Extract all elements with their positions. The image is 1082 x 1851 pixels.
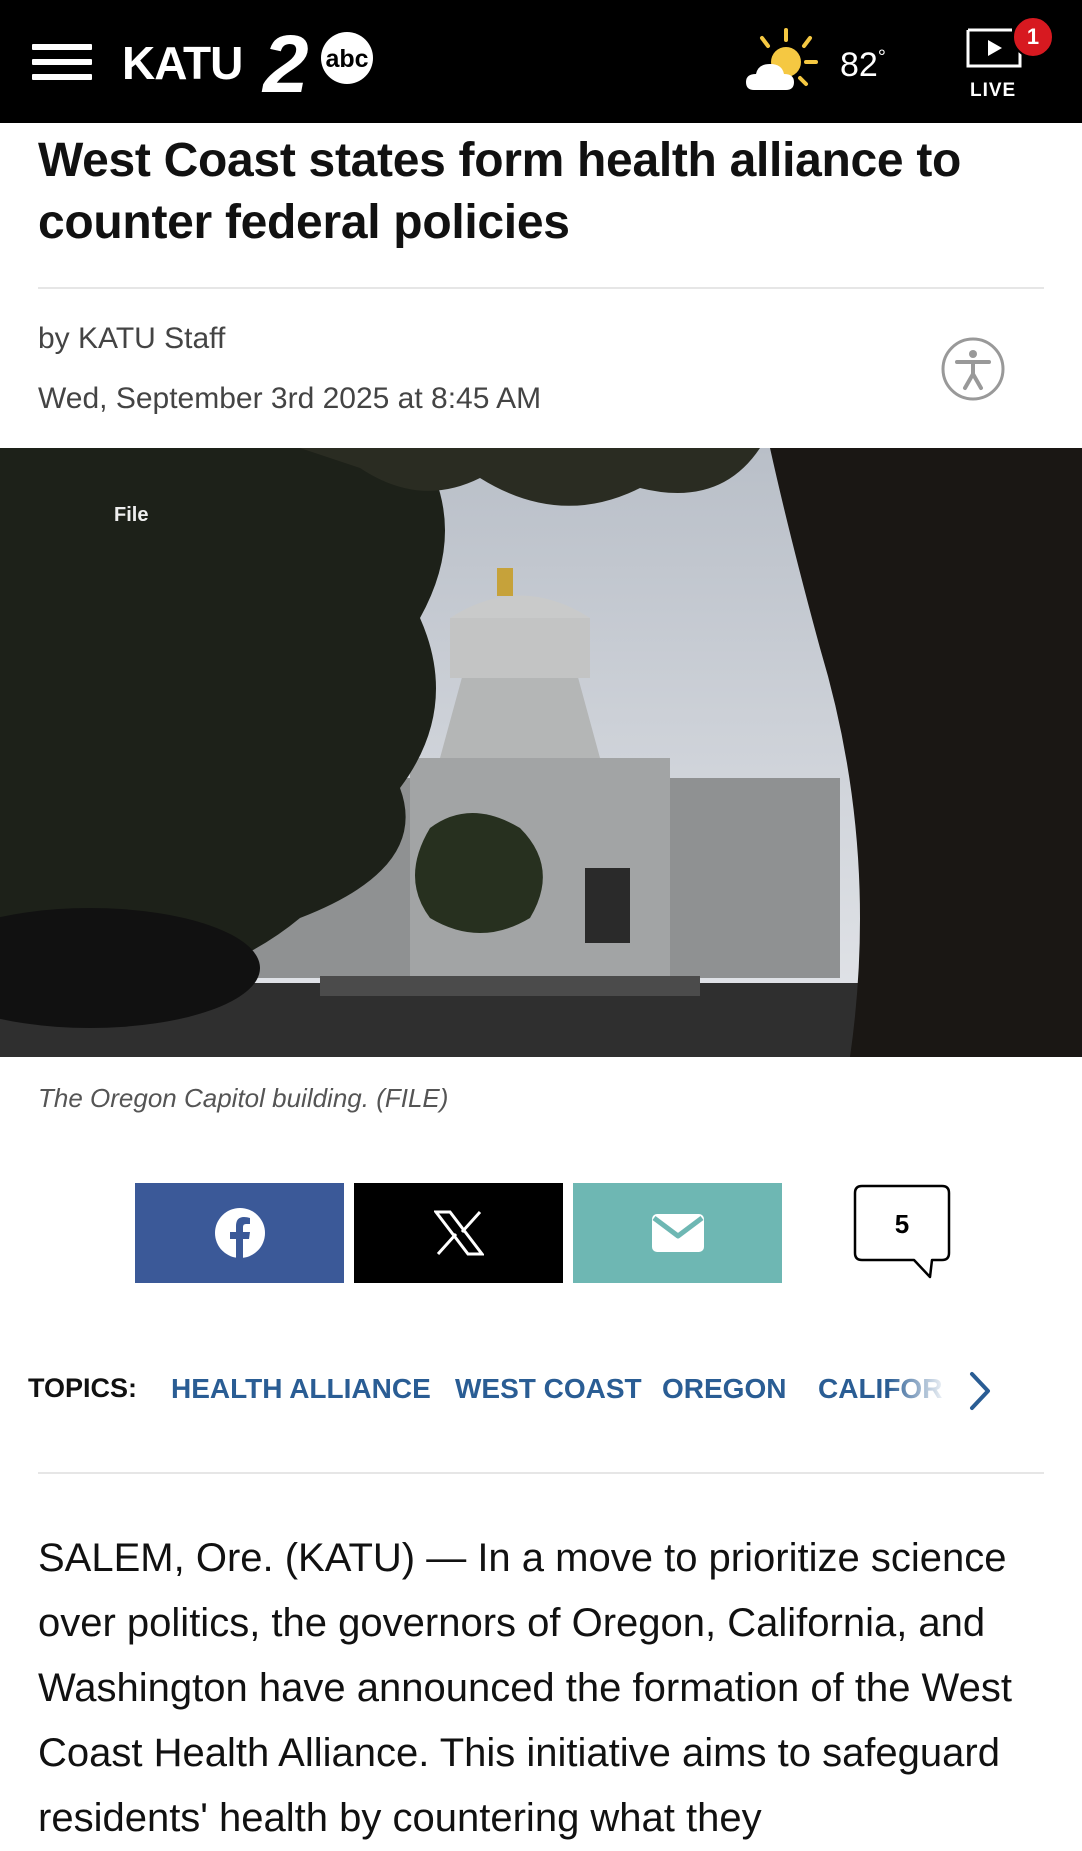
divider [38, 1472, 1044, 1474]
share-facebook-button[interactable] [135, 1183, 344, 1283]
photo-label: File [114, 504, 149, 526]
divider [38, 287, 1044, 289]
topics-bar: TOPICS: HEALTH ALLIANCE WEST COAST OREGO… [28, 1373, 1018, 1413]
topic-west-coast[interactable]: WEST COAST [455, 1373, 642, 1405]
topic-oregon[interactable]: OREGON [662, 1373, 786, 1405]
comments-button[interactable]: 5 [852, 1183, 952, 1283]
topic-health-alliance[interactable]: HEALTH ALLIANCE [171, 1373, 431, 1405]
share-x-button[interactable] [354, 1183, 563, 1283]
menu-icon[interactable] [32, 44, 92, 80]
email-icon [651, 1214, 704, 1252]
article-body: SALEM, Ore. (KATU) — In a move to priori… [38, 1536, 1012, 1840]
live-button[interactable]: 1 LIVE [962, 16, 1054, 102]
comment-count: 5 [894, 1209, 910, 1239]
facebook-icon [214, 1208, 265, 1258]
photo-caption: The Oregon Capitol building. (FILE) [38, 1083, 449, 1113]
live-label: LIVE [970, 80, 1017, 101]
partly-cloudy-sun-icon [746, 28, 818, 90]
temperature: 82° [840, 46, 886, 84]
logo-mark: 2 abc [261, 22, 373, 102]
site-logo[interactable]: KATU 2 abc [122, 22, 373, 102]
site-header: KATU 2 abc 82° 1 LIVE [0, 0, 1082, 123]
share-email-button[interactable] [573, 1183, 782, 1283]
capitol-photo [0, 448, 1082, 1057]
logo-text: KATU [122, 37, 243, 89]
chevron-right-icon[interactable] [966, 1368, 996, 1414]
article-headline: West Coast states form health alliance t… [38, 134, 962, 249]
accessibility-icon[interactable] [940, 336, 1006, 402]
topics-label: TOPICS: [28, 1373, 138, 1403]
article-byline: by KATU Staff [38, 322, 226, 355]
article-photo[interactable]: File [0, 448, 1082, 1057]
article-date: Wed, September 3rd 2025 at 8:45 AM [38, 382, 542, 415]
x-icon [433, 1210, 484, 1256]
weather-widget[interactable]: 82° [740, 28, 930, 98]
logo-number: 2 [261, 22, 309, 102]
notification-badge: 1 [1012, 16, 1054, 58]
logo-network: abc [325, 45, 368, 73]
